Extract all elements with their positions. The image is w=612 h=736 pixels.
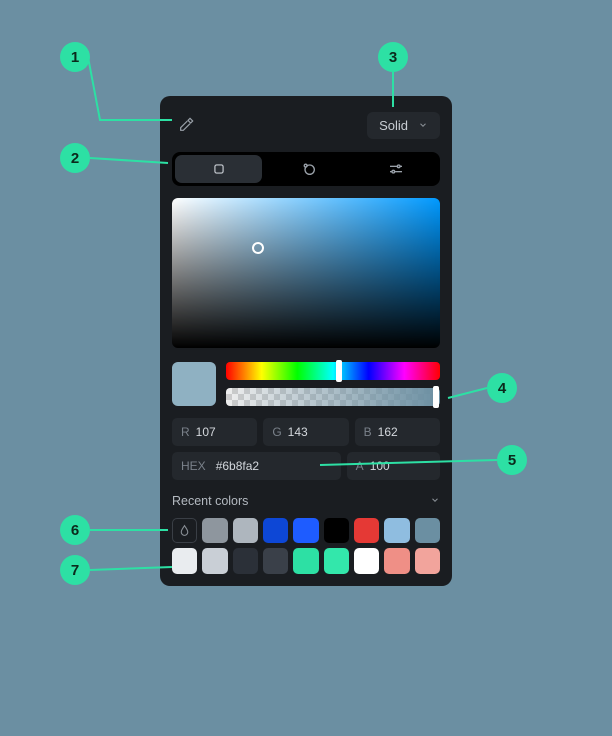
annotation-7: 7 — [60, 555, 90, 585]
fill-type-dropdown[interactable]: Solid — [367, 112, 440, 139]
sliders-row — [172, 362, 440, 406]
mode-tab-wheel[interactable] — [265, 152, 352, 186]
mode-tab-sliders[interactable] — [353, 152, 440, 186]
sliders-icon — [388, 161, 404, 177]
swatch[interactable] — [293, 548, 318, 573]
swatch[interactable] — [172, 548, 197, 573]
square-icon — [212, 162, 226, 176]
mode-tab-spectrum[interactable] — [175, 155, 262, 183]
annotation-6: 6 — [60, 515, 90, 545]
b-input[interactable]: B 162 — [355, 418, 440, 446]
g-value: 143 — [288, 425, 308, 439]
b-value: 162 — [378, 425, 398, 439]
swatch[interactable] — [263, 518, 288, 543]
hex-input[interactable]: HEX #6b8fa2 — [172, 452, 341, 480]
color-preview-swatch — [172, 362, 216, 406]
recent-colors-header[interactable]: Recent colors — [172, 494, 440, 508]
swatch[interactable] — [293, 518, 318, 543]
sv-thumb[interactable] — [252, 242, 264, 254]
hue-thumb[interactable] — [336, 360, 342, 382]
annotation-1: 1 — [60, 42, 90, 72]
annotation-4: 4 — [487, 373, 517, 403]
swatch[interactable] — [263, 548, 288, 573]
hex-label: HEX — [181, 459, 206, 473]
swatch[interactable] — [233, 548, 258, 573]
alpha-label: A — [356, 459, 364, 473]
mode-tabs — [172, 152, 440, 186]
swatch[interactable] — [354, 548, 379, 573]
r-input[interactable]: R 107 — [172, 418, 257, 446]
swatch[interactable] — [415, 548, 440, 573]
swatch[interactable] — [233, 518, 258, 543]
chevron-down-icon — [430, 494, 440, 508]
swatch[interactable] — [324, 518, 349, 543]
swatch[interactable] — [202, 518, 227, 543]
fill-type-label: Solid — [379, 118, 408, 133]
chevron-down-icon — [418, 118, 428, 133]
swatch[interactable] — [202, 548, 227, 573]
droplet-icon — [178, 524, 191, 537]
annotation-2: 2 — [60, 143, 90, 173]
alpha-slider[interactable] — [226, 388, 440, 406]
r-label: R — [181, 425, 190, 439]
recent-swatches-grid — [172, 518, 440, 574]
color-picker-panel: Solid — [160, 96, 452, 586]
swatch[interactable] — [384, 518, 409, 543]
b-label: B — [364, 425, 372, 439]
swatch[interactable] — [324, 548, 349, 573]
saturation-value-area[interactable] — [172, 198, 440, 348]
sliders-column — [226, 362, 440, 406]
swatch[interactable] — [415, 518, 440, 543]
swatch[interactable] — [354, 518, 379, 543]
eyedropper-button[interactable] — [172, 111, 200, 139]
hex-value: #6b8fa2 — [216, 459, 259, 473]
alpha-input[interactable]: A 100 — [347, 452, 440, 480]
g-input[interactable]: G 143 — [263, 418, 348, 446]
eyedropper-icon — [178, 117, 194, 133]
swatch[interactable] — [384, 548, 409, 573]
alpha-thumb[interactable] — [433, 386, 439, 408]
top-row: Solid — [172, 108, 440, 142]
rgb-inputs-row: R 107 G 143 B 162 — [172, 418, 440, 446]
recent-colors-label: Recent colors — [172, 494, 248, 508]
alpha-value: 100 — [370, 459, 390, 473]
swatch-none[interactable] — [172, 518, 197, 543]
hue-slider[interactable] — [226, 362, 440, 380]
annotation-3: 3 — [378, 42, 408, 72]
r-value: 107 — [196, 425, 216, 439]
g-label: G — [272, 425, 281, 439]
hex-alpha-row: HEX #6b8fa2 A 100 — [172, 452, 440, 480]
annotation-5: 5 — [497, 445, 527, 475]
ring-icon — [301, 161, 317, 177]
